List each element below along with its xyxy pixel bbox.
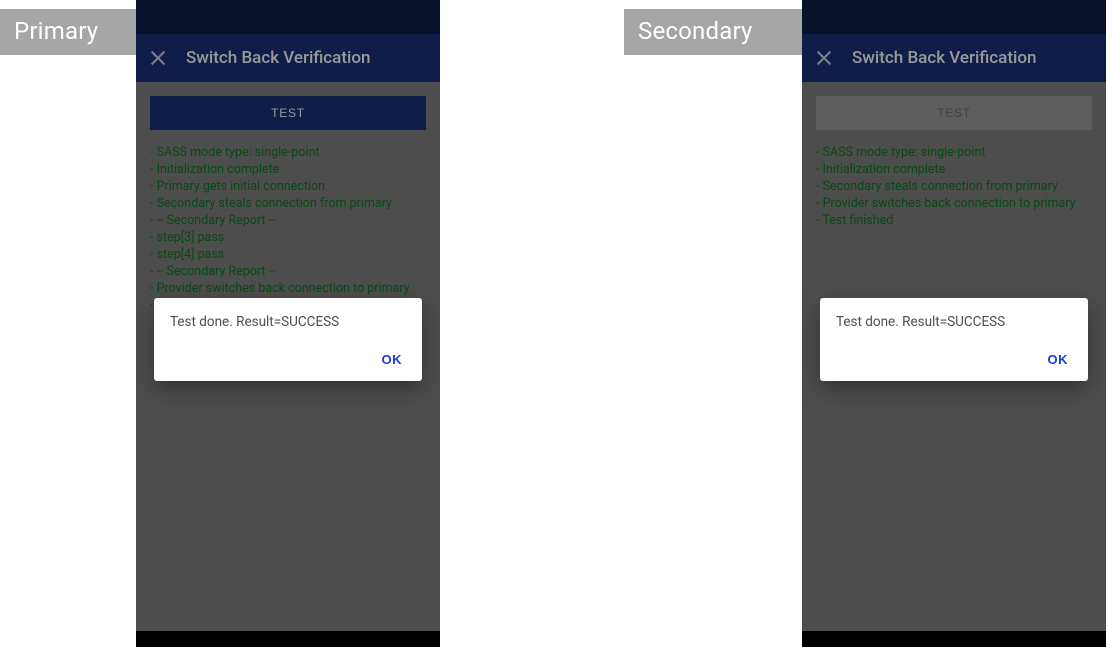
log-line: step[4] pass <box>150 246 426 263</box>
log-line: Provider switches back connection to pri… <box>816 195 1092 212</box>
result-dialog: Test done. Result=SUCCESS OK <box>820 298 1088 381</box>
log-line: Secondary steals connection from primary <box>150 195 426 212</box>
secondary-device: Switch Back Verification TEST SASS mode … <box>802 0 1106 647</box>
log-output: SASS mode type: single-pointInitializati… <box>150 144 426 314</box>
dialog-ok-button[interactable]: OK <box>378 346 407 373</box>
dialog-ok-button[interactable]: OK <box>1044 346 1073 373</box>
log-output: SASS mode type: single-pointInitializati… <box>816 144 1092 229</box>
navigation-bar <box>802 631 1106 647</box>
test-button[interactable]: TEST <box>816 96 1092 130</box>
log-line: Initialization complete <box>816 161 1092 178</box>
dialog-message: Test done. Result=SUCCESS <box>170 314 406 330</box>
close-icon[interactable] <box>816 50 832 66</box>
result-dialog: Test done. Result=SUCCESS OK <box>154 298 422 381</box>
log-line: step[3] pass <box>150 229 426 246</box>
navigation-bar <box>136 631 440 647</box>
status-bar <box>136 0 440 34</box>
title-bar: Switch Back Verification <box>802 34 1106 82</box>
log-line: Secondary steals connection from primary <box>816 178 1092 195</box>
dialog-message: Test done. Result=SUCCESS <box>836 314 1072 330</box>
log-line: SASS mode type: single-point <box>150 144 426 161</box>
log-line: Primary gets initial connection <box>150 178 426 195</box>
log-line: Provider switches back connection to pri… <box>150 280 426 297</box>
title-bar: Switch Back Verification <box>136 34 440 82</box>
log-line: Test finished <box>816 212 1092 229</box>
log-line: SASS mode type: single-point <box>816 144 1092 161</box>
panel-label-primary: Primary <box>0 9 136 55</box>
primary-device: Switch Back Verification TEST SASS mode … <box>136 0 440 647</box>
test-button[interactable]: TEST <box>150 96 426 130</box>
log-line: -- Secondary Report -- <box>150 263 426 280</box>
screen-title: Switch Back Verification <box>852 48 1036 68</box>
log-line: -- Secondary Report -- <box>150 212 426 229</box>
panel-label-secondary: Secondary <box>624 9 802 55</box>
status-bar <box>802 0 1106 34</box>
screen-title: Switch Back Verification <box>186 48 370 68</box>
log-line: Initialization complete <box>150 161 426 178</box>
close-icon[interactable] <box>150 50 166 66</box>
